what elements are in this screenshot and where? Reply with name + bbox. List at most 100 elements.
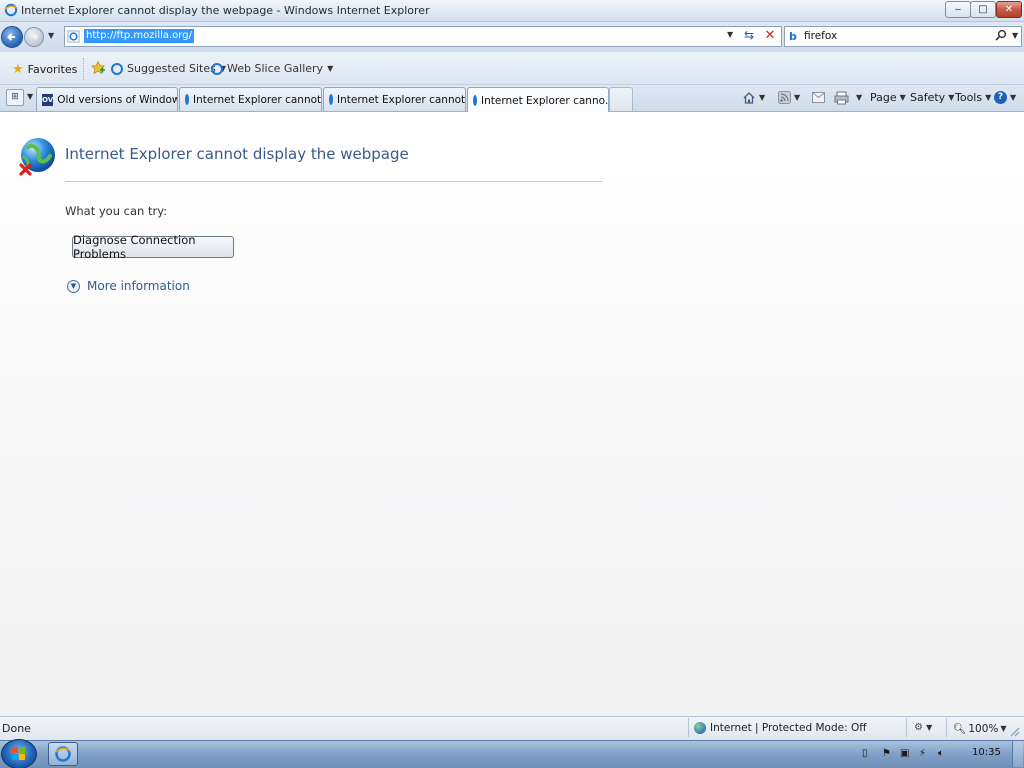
new-tab-button[interactable] [609,87,633,111]
refresh-icon: ⇆ [743,28,755,42]
page-menu[interactable]: Page ▼ [870,89,906,106]
title-divider [65,181,603,182]
safety-menu[interactable]: Safety ▼ [910,89,954,106]
search-icon[interactable] [994,29,1007,42]
feeds-icon [778,91,791,104]
tab-label: Internet Explorer cannot di... [337,93,466,106]
feeds-button[interactable]: ▼ [778,89,800,106]
forward-arrow-icon [31,33,39,41]
expand-circle-icon: ▼ [67,279,80,293]
ie-icon [4,3,18,17]
minimize-button[interactable]: ‒ [945,1,971,18]
chevron-down-icon: ▼ [948,93,955,102]
ie-icon [111,62,123,75]
quick-tabs-button[interactable]: ⊞ [6,89,24,106]
show-desktop-button[interactable] [1012,741,1023,767]
recent-pages-dropdown[interactable]: ▼ [48,31,58,43]
help-icon: ? [994,91,1007,104]
home-icon [743,91,755,104]
add-ons-button[interactable]: ⚙ ▼ [914,722,932,733]
chevron-down-icon: ▼ [1000,724,1007,733]
safety-menu-label: Safety [910,91,946,104]
back-button[interactable] [1,26,23,48]
tab-label: Old versions of Windows, ... [57,93,177,106]
page-ie-icon [67,30,80,43]
tools-menu[interactable]: Tools ▼ [955,89,991,106]
forward-button[interactable] [24,27,44,47]
tab-error-2[interactable]: Internet Explorer cannot di... [323,87,466,111]
chevron-down-icon: ▼ [1010,93,1017,102]
zoom-button[interactable]: 🔍︎ 100% ▼ [953,722,1007,736]
ie-icon [211,62,223,75]
status-text: Done [2,722,31,735]
ie-icon [329,94,333,105]
read-mail-button[interactable] [812,89,825,106]
tab-label: Internet Explorer cannot di... [193,93,322,106]
taskbar [0,740,1024,768]
zone-label: Internet | Protected Mode: Off [710,722,867,734]
more-information-link[interactable]: ▼ More information [67,279,190,293]
tab-error-1[interactable]: Internet Explorer cannot di... [179,87,322,111]
tray-flag-icon[interactable]: ⚑ [882,748,891,759]
try-label: What you can try: [65,204,168,218]
address-dropdown[interactable]: ▼ [727,30,737,39]
stop-button[interactable]: ✕ [761,28,779,45]
chevron-down-icon: ▼ [759,93,766,102]
site-favicon: OV [42,93,54,106]
taskbar-ie-button[interactable] [48,742,78,766]
resize-grip-icon[interactable] [1008,725,1020,737]
web-slice-gallery-label: Web Slice Gallery [227,62,324,75]
home-button[interactable]: ▼ [742,89,765,106]
bing-icon: b [789,30,797,43]
windows-start-icon [12,747,25,760]
tray-notes-icon[interactable]: ▯ [862,748,868,759]
print-icon [834,91,849,104]
print-button[interactable]: ▼ [834,89,862,106]
favorites-button[interactable]: ★ Favorites [12,61,77,78]
taskbar-clock[interactable]: 10:35 [972,747,1001,758]
quick-tabs-icon: ⊞ [11,92,19,102]
ie-icon [185,94,189,105]
search-options-dropdown[interactable]: ▼ [1012,31,1018,40]
mail-icon [812,92,825,103]
chevron-down-icon: ▼ [327,64,334,73]
search-input[interactable]: firefox [804,30,837,42]
favorites-label: Favorites [27,63,78,76]
stop-icon: ✕ [764,28,776,43]
tray-volume-icon[interactable]: 🔈︎ [938,748,944,759]
favorites-separator [83,58,84,80]
globe-zone-icon [694,722,706,734]
ie-icon [473,95,477,106]
close-window-button[interactable]: ✕ [996,1,1022,18]
back-arrow-icon [7,33,15,41]
tab-list-dropdown[interactable]: ▼ [27,92,33,101]
ie-icon [55,746,71,762]
add-favorite-icon[interactable] [90,60,106,76]
error-title: Internet Explorer cannot display the web… [65,145,409,163]
chevron-down-icon: ▼ [856,93,863,102]
status-divider [688,718,689,737]
page-content [0,112,1024,716]
tab-label: Internet Explorer canno... [481,94,609,107]
web-slice-gallery-button[interactable]: Web Slice Gallery ▼ [211,62,333,75]
refresh-button[interactable]: ⇆ [740,28,758,45]
zoom-level: 100% [968,722,999,735]
more-information-label: More information [87,279,190,293]
security-zone[interactable]: Internet | Protected Mode: Off [694,722,866,734]
suggested-sites-button[interactable]: Suggested Sites ▼ [111,62,226,75]
tab-error-active[interactable]: Internet Explorer canno... x [467,87,609,113]
suggested-sites-label: Suggested Sites [127,62,216,75]
maximize-button[interactable]: □ [970,1,996,18]
tray-network-icon[interactable]: ▣ [900,748,909,759]
status-divider [906,718,907,737]
chevron-down-icon: ▼ [794,93,801,102]
settings-icon: ⚙ [914,722,923,733]
help-button[interactable]: ? ▼ [994,89,1016,106]
status-bar [0,716,1024,740]
diagnose-connection-button[interactable]: Diagnose Connection Problems [72,233,234,261]
tab-old-versions[interactable]: OV Old versions of Windows, ... [36,87,178,111]
tray-power-icon[interactable]: ⚡ [919,748,926,759]
chevron-down-icon: ▼ [899,93,906,102]
start-button[interactable] [1,739,37,768]
address-input[interactable]: http://ftp.mozilla.org/ [84,29,194,43]
